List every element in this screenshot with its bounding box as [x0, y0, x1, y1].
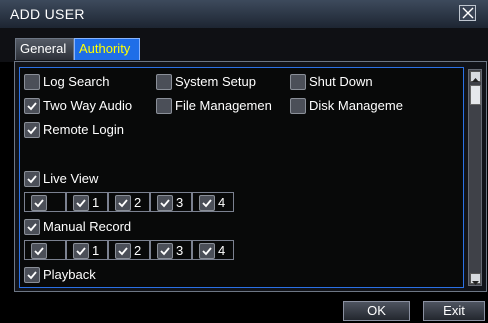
live-view-channel-2[interactable]: 2 — [108, 192, 150, 212]
system-setup-checkbox[interactable] — [156, 74, 172, 90]
disk-management-label: Disk Manageme — [309, 98, 403, 113]
tab-authority[interactable]: Authority — [74, 38, 140, 60]
shut-down-checkbox[interactable] — [290, 74, 306, 90]
check-icon — [34, 247, 44, 256]
check-icon — [76, 199, 86, 208]
channel-number: 4 — [218, 195, 226, 210]
manual-record-channel-all[interactable] — [24, 240, 66, 260]
channel-checkbox[interactable] — [73, 195, 89, 211]
live-view-label: Live View — [43, 171, 99, 186]
close-button[interactable] — [459, 5, 476, 21]
channel-checkbox[interactable] — [115, 243, 131, 259]
manual-record-channel-1[interactable]: 1 — [66, 240, 108, 260]
check-icon — [27, 271, 37, 280]
manual-record-channel-2[interactable]: 2 — [108, 240, 150, 260]
file-management-checkbox[interactable] — [156, 98, 172, 114]
check-icon — [76, 247, 86, 256]
live-view-channel-1[interactable]: 1 — [66, 192, 108, 212]
live-view-channel-3[interactable]: 3 — [150, 192, 192, 212]
scroll-up-button[interactable] — [470, 71, 481, 82]
title-bar: ADD USER — [0, 0, 488, 29]
two-way-audio-checkbox[interactable] — [24, 98, 40, 114]
live-view-checkbox[interactable] — [24, 171, 40, 187]
window-title: ADD USER — [10, 6, 85, 22]
check-icon — [202, 199, 212, 208]
check-icon — [27, 175, 37, 184]
two-way-audio-label: Two Way Audio — [43, 98, 133, 113]
channel-checkbox[interactable] — [73, 243, 89, 259]
channel-number: 2 — [134, 243, 142, 258]
arrow-down-icon — [472, 281, 479, 285]
log-search-checkbox[interactable] — [24, 74, 40, 90]
channel-number: 1 — [92, 195, 100, 210]
ok-button[interactable]: OK — [343, 301, 410, 321]
manual-record-channel-4[interactable]: 4 — [192, 240, 234, 260]
remote-login-label: Remote Login — [43, 122, 124, 137]
channel-checkbox[interactable] — [31, 195, 47, 211]
check-icon — [34, 199, 44, 208]
channel-checkbox[interactable] — [31, 243, 47, 259]
scroll-down-button[interactable] — [470, 273, 481, 285]
disk-management-checkbox[interactable] — [290, 98, 306, 114]
check-icon — [27, 126, 37, 135]
playback-label: Playback — [43, 267, 96, 282]
live-view-channel-all[interactable] — [24, 192, 66, 212]
check-icon — [118, 247, 128, 256]
exit-button[interactable]: Exit — [423, 301, 485, 321]
log-search-label: Log Search — [43, 74, 110, 89]
channel-checkbox[interactable] — [157, 243, 173, 259]
channel-number: 4 — [218, 243, 226, 258]
channel-checkbox[interactable] — [199, 243, 215, 259]
check-icon — [27, 102, 37, 111]
playback-checkbox[interactable] — [24, 267, 40, 283]
shut-down-label: Shut Down — [309, 74, 373, 89]
channel-number: 3 — [176, 243, 184, 258]
file-management-label: File Managemen — [175, 98, 272, 113]
check-icon — [160, 199, 170, 208]
channel-checkbox[interactable] — [115, 195, 131, 211]
tab-strip: General Authority — [0, 28, 488, 62]
manual-record-channel-3[interactable]: 3 — [150, 240, 192, 260]
channel-number: 1 — [92, 243, 100, 258]
close-icon — [462, 7, 474, 19]
system-setup-label: System Setup — [175, 74, 256, 89]
live-view-channel-4[interactable]: 4 — [192, 192, 234, 212]
check-icon — [118, 199, 128, 208]
channel-number: 3 — [176, 195, 184, 210]
vertical-scrollbar[interactable] — [468, 69, 482, 286]
channel-checkbox[interactable] — [157, 195, 173, 211]
scroll-thumb[interactable] — [470, 85, 481, 105]
channel-number: 2 — [134, 195, 142, 210]
check-icon — [27, 223, 37, 232]
remote-login-checkbox[interactable] — [24, 122, 40, 138]
manual-record-checkbox[interactable] — [24, 219, 40, 235]
channel-checkbox[interactable] — [199, 195, 215, 211]
arrow-up-icon — [472, 78, 479, 82]
tab-general[interactable]: General — [15, 38, 74, 60]
check-icon — [202, 247, 212, 256]
manual-record-label: Manual Record — [43, 219, 132, 234]
check-icon — [160, 247, 170, 256]
